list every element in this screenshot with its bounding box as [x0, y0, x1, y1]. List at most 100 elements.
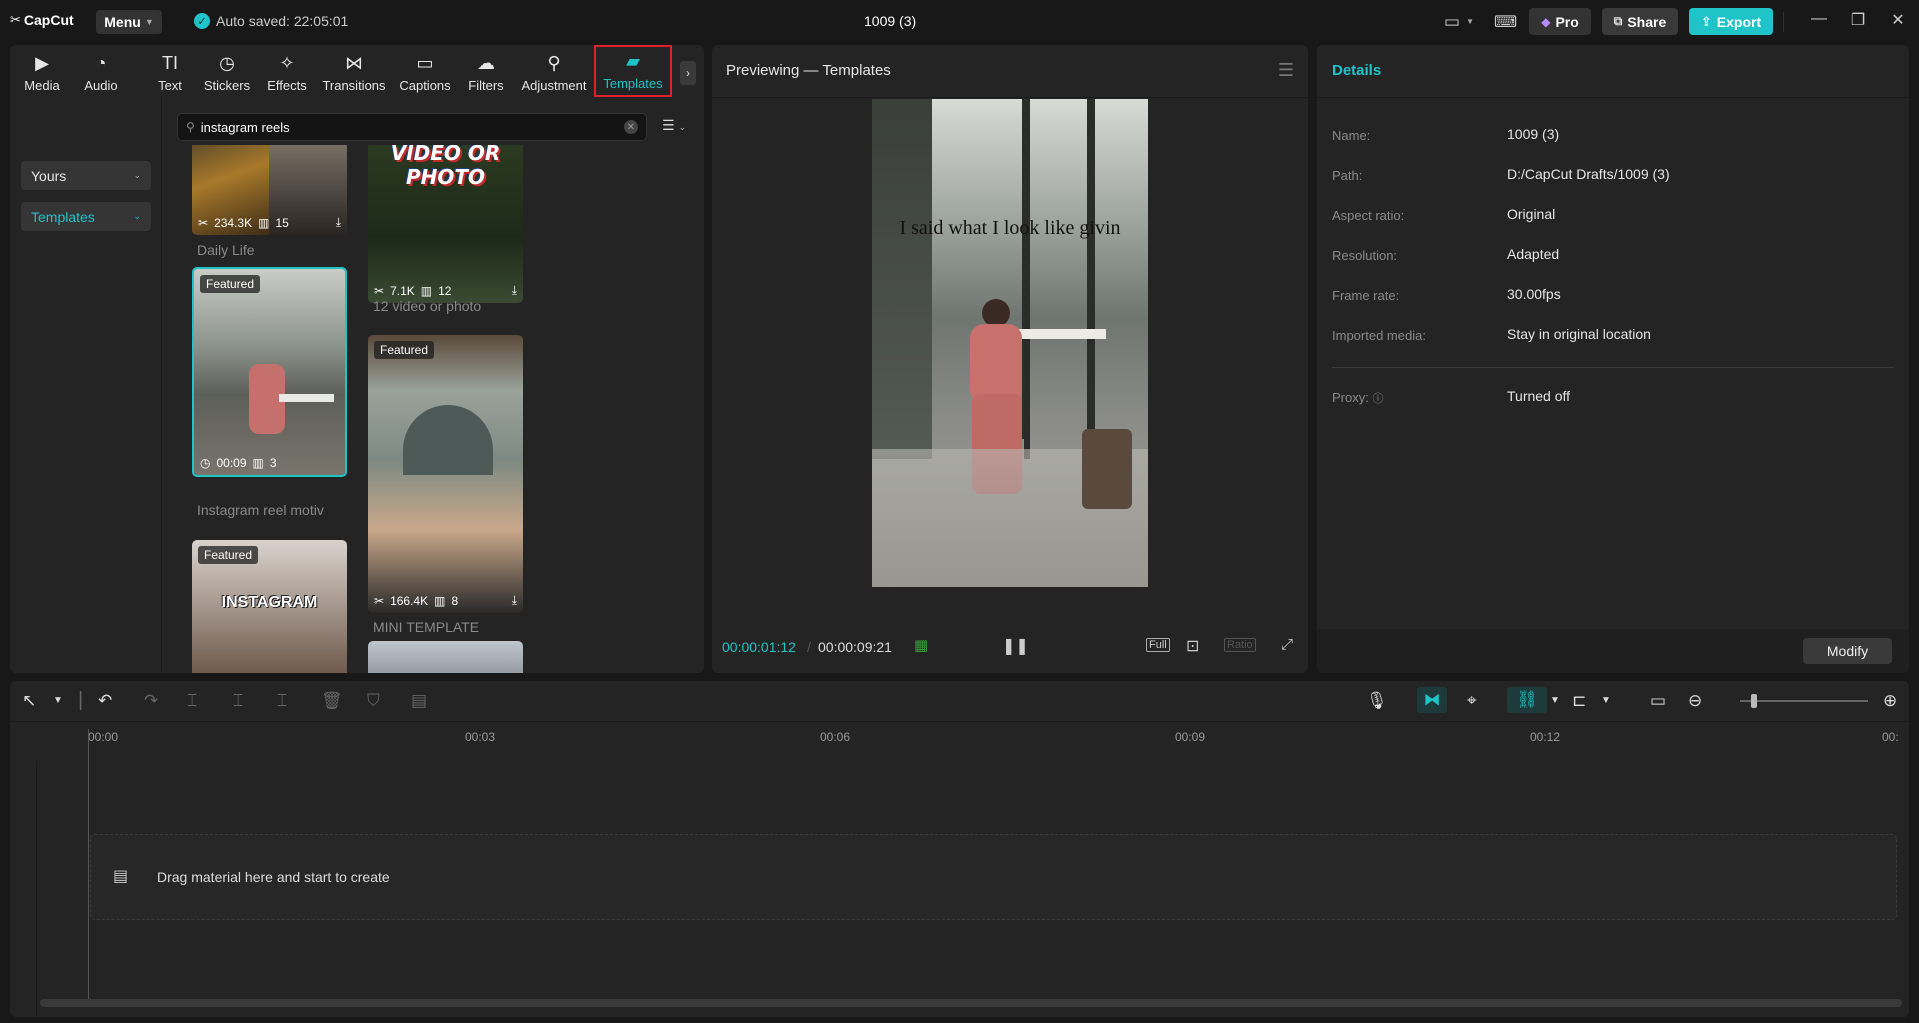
preview-axis-icon[interactable]: ⊏ — [1572, 691, 1586, 711]
close-button[interactable]: ✕ — [1886, 10, 1910, 30]
tab-adjustment[interactable]: ⚲ Adjustment — [518, 50, 590, 96]
minimize-button[interactable]: — — [1807, 10, 1831, 28]
filter-button[interactable]: ☰ ⌄ — [662, 117, 686, 134]
filters-icon: ☁ — [477, 52, 495, 73]
pro-button[interactable]: ◆ Pro — [1529, 8, 1591, 35]
share-label: Share — [1627, 13, 1667, 30]
audio-meter-icon: ▦ — [914, 637, 929, 654]
clips-count: 12 — [438, 283, 452, 298]
clear-search-icon[interactable]: ✕ — [624, 120, 638, 134]
download-icon[interactable]: ⤓ — [512, 593, 517, 608]
template-card[interactable]: Featured ◷ 00:09 ▥ 3 — [192, 267, 347, 477]
main-track-magnet-icon[interactable]: ⧓ — [1417, 687, 1447, 713]
layout-button[interactable]: ▭ ▼ — [1444, 8, 1474, 35]
add-media-icon[interactable]: ▤ — [411, 691, 427, 711]
time-ruler[interactable]: 00:00 00:03 00:06 00:09 00:12 00: — [10, 721, 1909, 744]
horizontal-scrollbar[interactable] — [40, 999, 1902, 1007]
media-panel: ▶ Media ◔ Audio TI Text ◷ Stickers ✧ Effects … — [10, 45, 704, 673]
template-card[interactable]: Featured ✂ 166.4K ▥ 8 ⤓ — [368, 335, 523, 613]
tab-media[interactable]: ▶ Media — [18, 50, 66, 96]
film-icon: ▤ — [113, 868, 129, 885]
template-card[interactable] — [368, 641, 523, 673]
template-card[interactable]: ✂ 234.3K ▥ 15 ⤓ — [192, 145, 347, 235]
tab-transitions[interactable]: ⋈ Transitions — [321, 50, 387, 96]
split-left-icon[interactable]: ⌶ — [233, 691, 243, 711]
template-stats: ✂ 166.4K ▥ 8 ⤓ — [374, 593, 517, 608]
full-quality-button[interactable]: Full — [1146, 638, 1170, 652]
auto-snap-icon[interactable]: ⌖ — [1467, 691, 1477, 711]
screen-icon[interactable]: ▭ — [1650, 691, 1666, 711]
microphone-icon[interactable]: 🎙 — [1366, 691, 1388, 711]
preview-panel: Previewing — Templates ☰ I said what I l… — [712, 45, 1308, 673]
video-frame[interactable]: I said what I look like givin — [872, 99, 1148, 587]
window-frame — [872, 99, 932, 459]
tab-text[interactable]: TI Text — [150, 50, 190, 96]
tab-templates[interactable]: ▰ Templates — [594, 45, 672, 97]
chevron-down-icon[interactable]: ▼ — [1550, 695, 1560, 706]
hamburger-icon[interactable]: ☰ — [1278, 60, 1294, 81]
detail-row-resolution: Resolution: Adapted — [1332, 246, 1892, 266]
split-right-icon[interactable]: ⌶ — [277, 691, 287, 711]
zoom-slider[interactable] — [1740, 700, 1868, 702]
sidebar-item-templates[interactable]: Templates ⌄ — [21, 202, 151, 231]
diamond-icon: ◆ — [1541, 14, 1551, 29]
export-button[interactable]: ⇪ Export — [1689, 8, 1773, 35]
tab-captions[interactable]: ▭ Captions — [396, 50, 454, 96]
details-title: Details — [1332, 62, 1382, 79]
pro-label: Pro — [1555, 13, 1579, 30]
modify-button[interactable]: Modify — [1803, 638, 1892, 664]
delete-icon[interactable]: 🗑 — [321, 691, 343, 711]
redo-icon[interactable]: ↷ — [144, 691, 158, 711]
download-icon[interactable]: ⤓ — [512, 283, 517, 298]
featured-badge: Featured — [200, 275, 261, 293]
fullscreen-button[interactable]: ⤢ — [1281, 636, 1293, 653]
zoom-in-icon[interactable]: ⊕ — [1883, 691, 1897, 711]
split-icon[interactable]: ⌶ — [187, 691, 197, 711]
detail-value: Turned off — [1507, 388, 1571, 404]
table-leg — [1024, 339, 1030, 459]
tabs-scroll-right-button[interactable]: › — [680, 61, 696, 85]
detail-key: Path: — [1332, 168, 1363, 183]
tab-audio[interactable]: ◔ Audio — [78, 50, 124, 96]
download-icon[interactable]: ⤓ — [336, 215, 341, 230]
linkage-icon[interactable]: ⛓ — [1507, 687, 1547, 713]
stickers-icon: ◷ — [219, 52, 235, 73]
template-card[interactable]: Featured INSTAGRAM — [192, 540, 347, 673]
template-stats: ◷ 00:09 ▥ 3 — [200, 456, 339, 470]
help-icon[interactable]: ⓘ — [1372, 393, 1383, 405]
playhead[interactable] — [88, 729, 89, 999]
select-tool-icon[interactable]: ↖ — [22, 691, 36, 711]
tab-filters[interactable]: ☁ Filters — [465, 50, 507, 96]
media-icon: ▶ — [35, 52, 49, 73]
chevron-down-icon[interactable]: ▼ — [1601, 695, 1611, 706]
search-input[interactable]: ⚲ instagram reels ✕ — [177, 113, 647, 141]
drop-zone[interactable]: ▤ Drag material here and start to create — [90, 834, 1897, 920]
project-title: 1009 (3) — [864, 13, 917, 29]
zoom-fit-button[interactable]: ⊡ — [1186, 636, 1199, 656]
shortcuts-button[interactable]: ⌨ — [1494, 8, 1517, 35]
template-card[interactable]: VIDEO OR PHOTO ✂ 7.1K ▥ 12 ⤓ — [368, 145, 523, 303]
zoom-slider-handle[interactable] — [1751, 694, 1757, 708]
sidebar-item-yours[interactable]: Yours ⌄ — [21, 161, 151, 190]
detail-row-frame-rate: Frame rate: 30.00fps — [1332, 286, 1892, 306]
share-button[interactable]: ⧉ Share — [1602, 8, 1678, 35]
timeline-toolbar: ↖ ▼ | ↶ ↷ ⌶ ⌶ ⌶ 🗑 ⛉ ▤ 🎙 ⧓ ⌖ ⛓ ▼ ⊏ ▼ ▭ ⊖ … — [10, 681, 1909, 721]
zoom-icon: ⊡ — [1186, 638, 1200, 655]
zoom-out-icon[interactable]: ⊖ — [1688, 691, 1702, 711]
undo-icon[interactable]: ↶ — [98, 691, 112, 711]
chevron-down-icon[interactable]: ▼ — [53, 695, 63, 706]
featured-badge: Featured — [198, 546, 259, 564]
tab-effects[interactable]: ✧ Effects — [264, 50, 310, 96]
sidebar-item-label: Templates — [31, 208, 95, 225]
restore-button[interactable]: ❐ — [1846, 10, 1870, 30]
tab-stickers[interactable]: ◷ Stickers — [201, 50, 253, 96]
pause-button[interactable]: ❚❚ — [1002, 636, 1029, 656]
marker-icon[interactable]: ⛉ — [367, 691, 380, 711]
menu-button[interactable]: Menu ▼ — [96, 10, 162, 34]
tab-label: Media — [24, 77, 60, 93]
ratio-button[interactable]: Ratio — [1224, 638, 1256, 652]
pause-icon: ❚❚ — [1002, 638, 1029, 655]
detail-row-proxy: Proxy: ⓘ Turned off — [1332, 388, 1892, 408]
effects-icon: ✧ — [279, 52, 295, 73]
table-figure — [279, 394, 334, 402]
